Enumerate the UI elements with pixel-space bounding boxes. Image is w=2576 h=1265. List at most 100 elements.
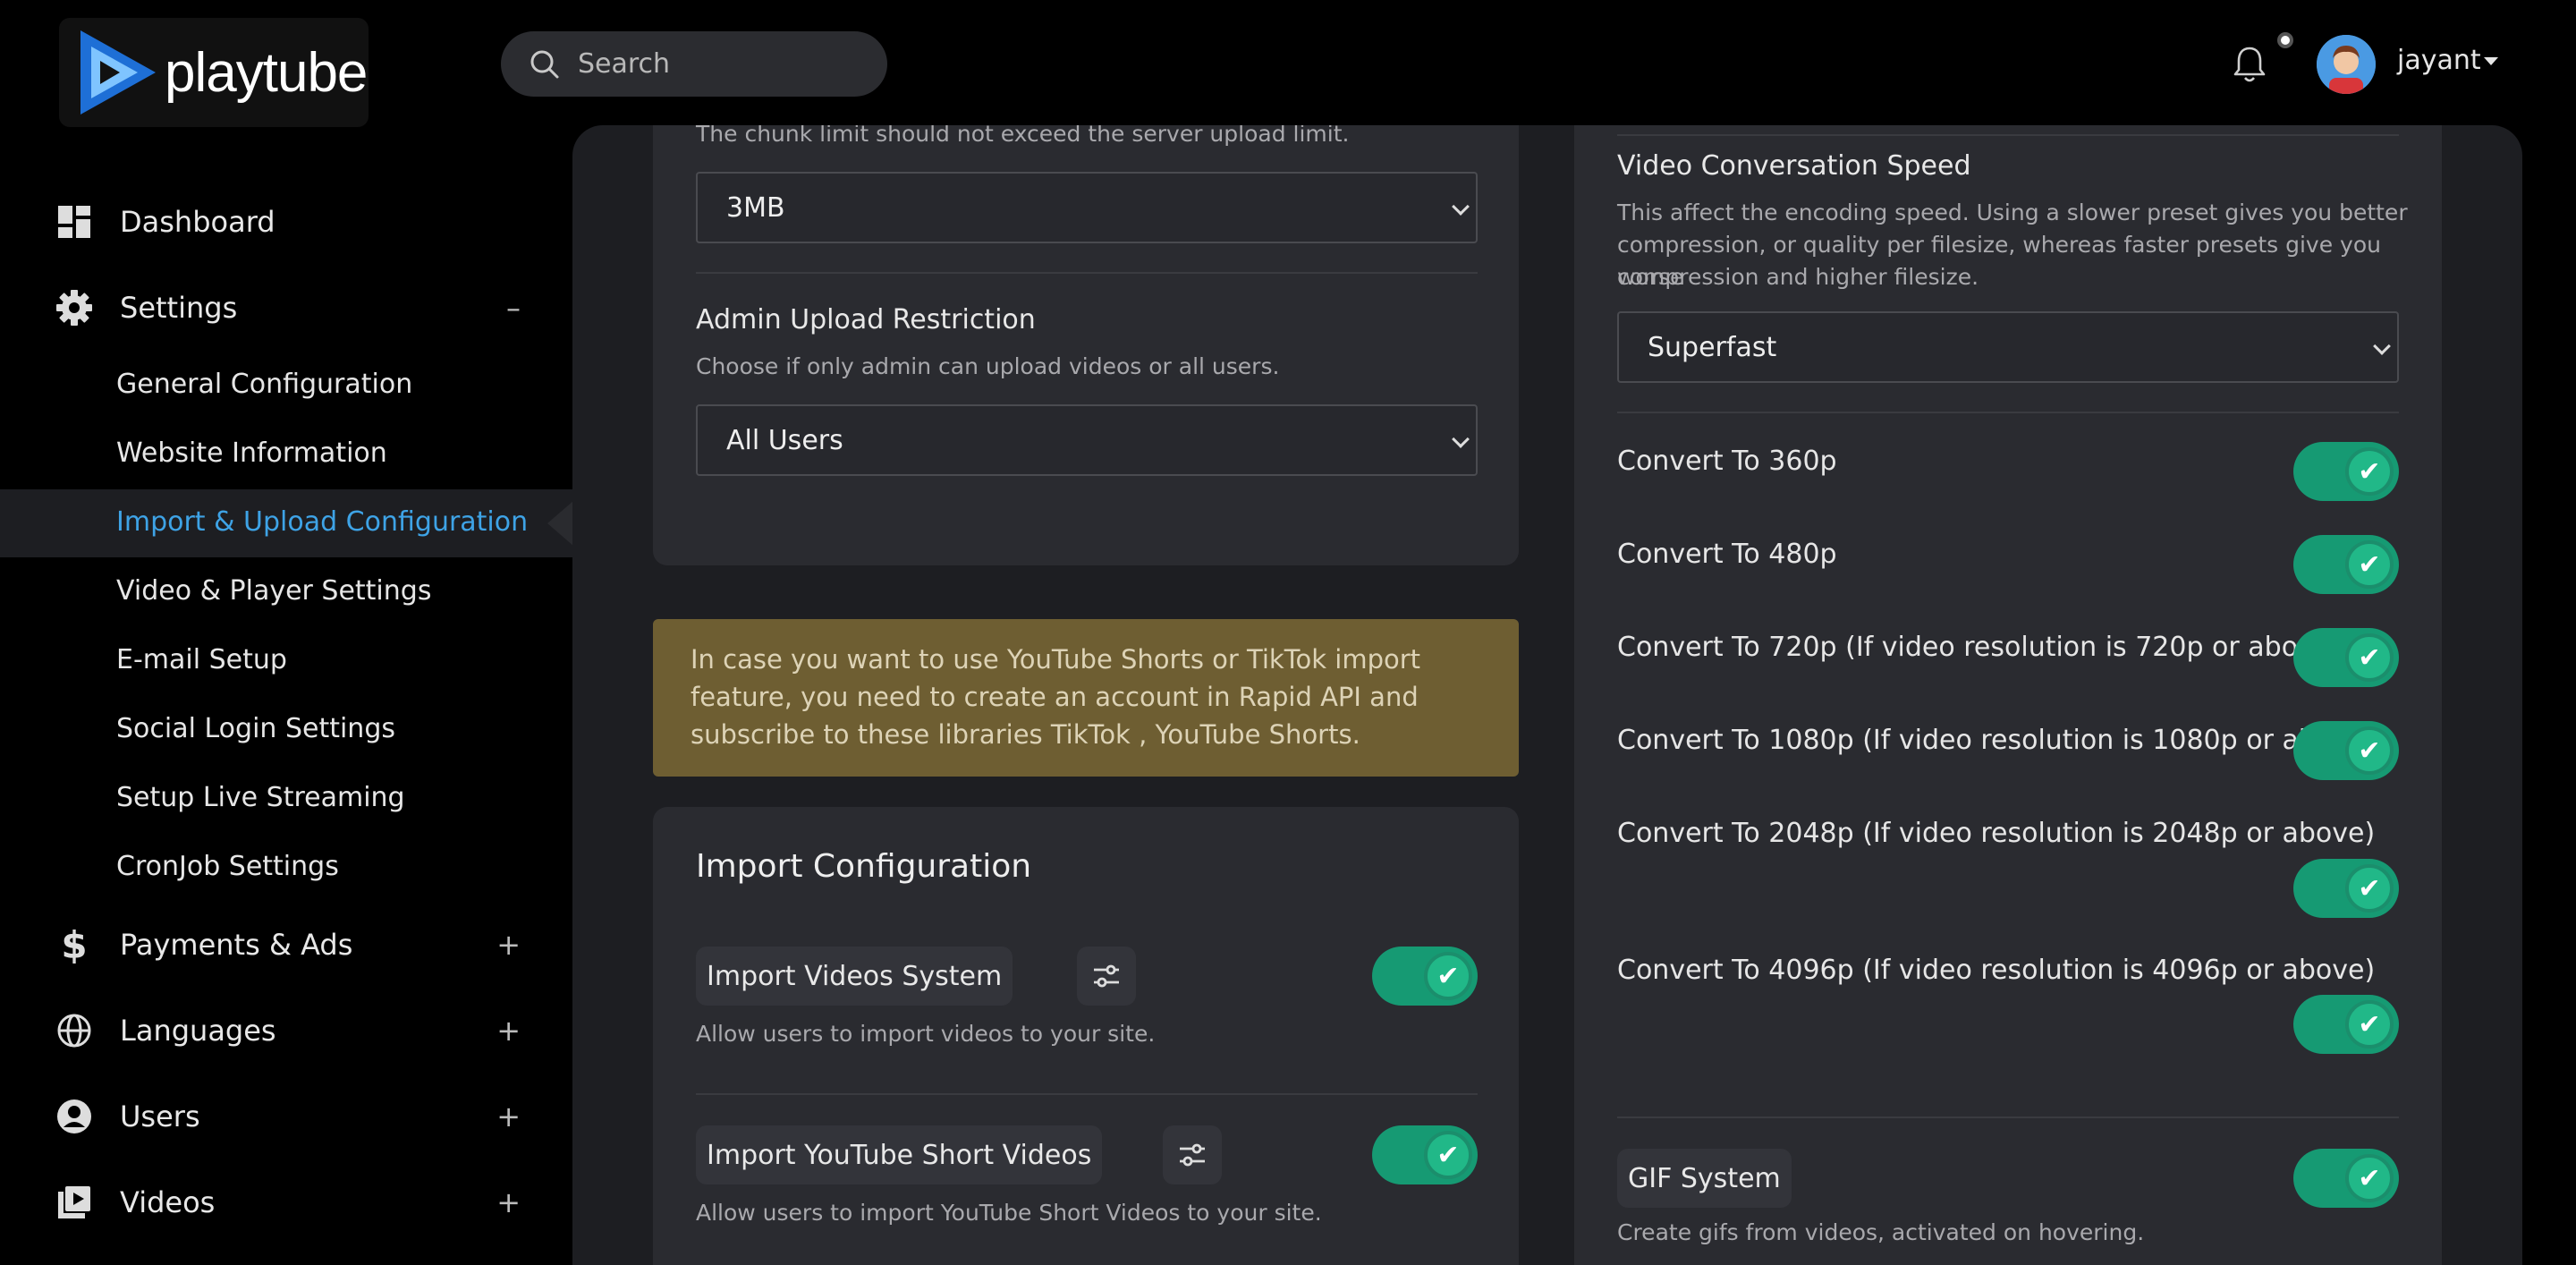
search-bar[interactable]	[501, 31, 887, 97]
sidebar-item-languages[interactable]: Languages +	[55, 1004, 530, 1057]
sidebar-item-settings[interactable]: Settings –	[55, 281, 530, 335]
sidebar-item-label: Languages	[120, 1014, 276, 1048]
convert-2048p-toggle[interactable]: ✔	[2293, 859, 2399, 918]
chevron-down-icon	[1452, 430, 1470, 448]
toggle-knob: ✔	[1424, 952, 1472, 1000]
sliders-settings-button[interactable]	[1077, 947, 1136, 1006]
video-library-icon	[55, 1184, 93, 1221]
sidebar-item-label: Videos	[120, 1185, 216, 1219]
sidebar-subitem-general-configuration[interactable]: General Configuration	[116, 369, 412, 400]
convert-480p-toggle[interactable]: ✔	[2293, 535, 2399, 594]
sidebar-subitem-website-information[interactable]: Website Information	[116, 437, 387, 469]
toggle-knob: ✔	[1424, 1131, 1472, 1179]
convert-480p-label: Convert To 480p	[1617, 539, 1837, 570]
chevron-down-icon	[2373, 337, 2391, 355]
sliders-icon	[1180, 1143, 1205, 1167]
toggle-knob: ✔	[2345, 1154, 2394, 1202]
sidebar-subitem-email-setup[interactable]: E-mail Setup	[116, 644, 287, 675]
chevron-down-icon	[1452, 198, 1470, 216]
admin-upload-select[interactable]: All Users	[696, 404, 1478, 476]
convert-360p-toggle[interactable]: ✔	[2293, 442, 2399, 501]
sidebar-subitem-import-upload-configuration[interactable]: Import & Upload Configuration	[116, 506, 528, 538]
import-youtube-short-help: Allow users to import YouTube Short Vide…	[696, 1200, 1322, 1226]
main-content: The chunk limit should not exceed the se…	[572, 125, 2522, 1265]
video-conversion-card: Video Conversation Speed This affect the…	[1574, 125, 2442, 1265]
import-videos-system-help: Allow users to import videos to your sit…	[696, 1021, 1156, 1047]
sidebar-subitem-cronjob-settings[interactable]: CronJob Settings	[116, 851, 339, 882]
active-nav-arrow	[547, 500, 574, 547]
convert-2048p-label: Convert To 2048p (If video resolution is…	[1617, 818, 2376, 849]
search-input[interactable]	[578, 48, 882, 80]
upload-settings-card: The chunk limit should not exceed the se…	[653, 125, 1519, 565]
check-icon: ✔	[2358, 548, 2381, 581]
toggle-knob: ✔	[2345, 540, 2394, 589]
bell-icon[interactable]	[2231, 45, 2268, 84]
sidebar-item-payments-ads[interactable]: $ Payments & Ads +	[55, 918, 530, 972]
import-videos-system-toggle[interactable]: ✔	[1372, 947, 1478, 1006]
admin-upload-title: Admin Upload Restriction	[696, 304, 1036, 335]
chunk-limit-help: The chunk limit should not exceed the se…	[696, 125, 1350, 147]
conversion-speed-value: Superfast	[1648, 331, 1777, 363]
convert-720p-label: Convert To 720p (If video resolution is …	[1617, 632, 2341, 663]
dashboard-icon	[55, 203, 93, 241]
play-logo-icon	[80, 30, 156, 115]
toggle-knob: ✔	[2345, 447, 2394, 496]
sidebar-item-label: Users	[120, 1099, 200, 1133]
conversion-speed-select[interactable]: Superfast	[1617, 311, 2399, 383]
search-icon	[530, 50, 559, 78]
gif-system-help: Create gifs from videos, activated on ho…	[1617, 1219, 2145, 1245]
gif-system-toggle[interactable]: ✔	[2293, 1149, 2399, 1208]
divider	[696, 1093, 1478, 1095]
convert-360p-label: Convert To 360p	[1617, 446, 1837, 477]
gif-system-label: GIF System	[1617, 1149, 1792, 1208]
notification-dot	[2277, 32, 2293, 48]
check-icon: ✔	[2358, 1008, 2381, 1040]
divider	[696, 272, 1478, 274]
expand-icon[interactable]: +	[496, 1185, 521, 1219]
chunk-size-value: 3MB	[726, 191, 785, 224]
avatar[interactable]	[2317, 35, 2376, 94]
check-icon: ✔	[2358, 641, 2381, 674]
convert-720p-toggle[interactable]: ✔	[2293, 628, 2399, 687]
sidebar-subitem-setup-live-streaming[interactable]: Setup Live Streaming	[116, 782, 405, 813]
divider	[1617, 1116, 2399, 1118]
expand-icon[interactable]: +	[496, 928, 521, 962]
check-icon: ✔	[2358, 872, 2381, 904]
import-youtube-short-toggle[interactable]: ✔	[1372, 1125, 1478, 1184]
convert-1080p-toggle[interactable]: ✔	[2293, 721, 2399, 780]
import-configuration-title: Import Configuration	[696, 848, 1032, 885]
collapse-icon[interactable]: –	[506, 291, 521, 325]
check-icon: ✔	[2358, 1162, 2381, 1194]
brand-name: playtube	[165, 41, 368, 104]
user-menu-caret-icon[interactable]	[2484, 57, 2498, 65]
brand-logo[interactable]: playtube	[59, 18, 369, 127]
convert-4096p-toggle[interactable]: ✔	[2293, 995, 2399, 1054]
check-icon: ✔	[2358, 734, 2381, 767]
gear-icon	[55, 289, 93, 327]
expand-icon[interactable]: +	[496, 1014, 521, 1048]
sidebar-item-label: Payments & Ads	[120, 928, 353, 962]
sliders-settings-button[interactable]	[1163, 1125, 1222, 1184]
sidebar-subitem-video-player-settings[interactable]: Video & Player Settings	[116, 575, 431, 607]
divider	[1617, 412, 2399, 413]
chunk-size-select[interactable]: 3MB	[696, 172, 1478, 243]
check-icon: ✔	[2358, 455, 2381, 488]
toggle-knob: ✔	[2345, 1000, 2394, 1049]
dollar-icon: $	[61, 922, 88, 967]
sidebar-item-users[interactable]: Users +	[55, 1090, 530, 1143]
toggle-knob: ✔	[2345, 864, 2394, 913]
username[interactable]: jayant	[2397, 45, 2481, 76]
sliders-icon	[1094, 964, 1119, 988]
expand-icon[interactable]: +	[496, 1099, 521, 1133]
sidebar-item-dashboard[interactable]: Dashboard	[55, 195, 530, 249]
admin-upload-value: All Users	[726, 424, 843, 456]
import-youtube-short-label: Import YouTube Short Videos	[696, 1125, 1103, 1184]
convert-4096p-label: Convert To 4096p (If video resolution is…	[1617, 955, 2376, 986]
import-videos-system-label: Import Videos System	[696, 947, 1013, 1006]
speed-help-line-3: compression and higher filesize.	[1617, 264, 1979, 290]
avatar-face-icon	[2317, 35, 2376, 94]
sidebar-item-videos[interactable]: Videos +	[55, 1176, 530, 1229]
sidebar-subitem-social-login-settings[interactable]: Social Login Settings	[116, 713, 395, 744]
sidebar-item-label: Dashboard	[120, 205, 275, 239]
check-icon: ✔	[1436, 960, 1460, 992]
